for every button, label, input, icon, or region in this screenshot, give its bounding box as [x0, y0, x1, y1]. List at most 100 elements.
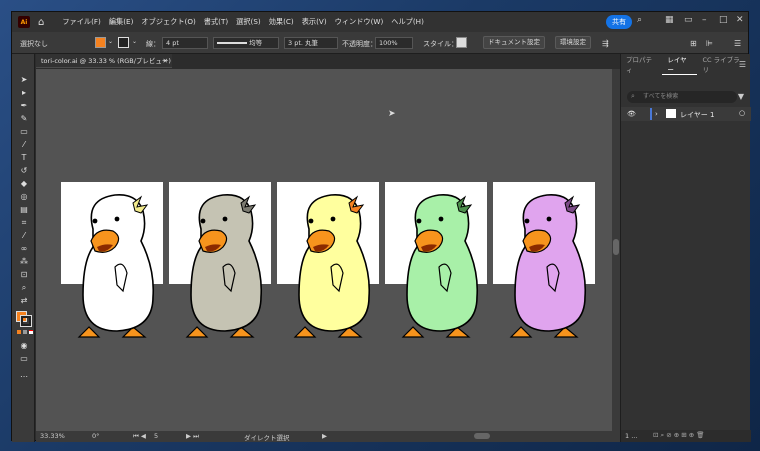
- duck-2[interactable]: [185, 194, 263, 338]
- stroke-profile-select[interactable]: 均等: [213, 37, 279, 49]
- menu-bar: ファイル(F) 編集(E) オブジェクト(O) 書式(T) 選択(S) 効果(C…: [58, 17, 428, 27]
- transform-icon[interactable]: ⊞: [690, 39, 697, 48]
- panel-menu-icon[interactable]: ☰: [734, 39, 741, 48]
- screen-mode-icon[interactable]: ▭: [18, 353, 30, 365]
- menu-object[interactable]: オブジェクト(O): [137, 17, 199, 27]
- document-settings-button[interactable]: ドキュメント設定: [483, 36, 545, 49]
- pen-tool-icon[interactable]: ✒: [18, 100, 30, 112]
- tab-layers[interactable]: レイヤー: [662, 54, 698, 75]
- layer-row[interactable]: 👁 › レイヤー 1 ○: [621, 107, 751, 121]
- blend-tool-icon[interactable]: ∞: [18, 243, 30, 255]
- menu-help[interactable]: ヘルプ(H): [387, 17, 428, 27]
- share-button[interactable]: 共有: [606, 15, 632, 29]
- draw-mode-icon[interactable]: ◉: [18, 340, 30, 352]
- none-mode-icon[interactable]: [29, 330, 33, 334]
- home-icon[interactable]: ⌂: [38, 17, 44, 28]
- stroke-color-box[interactable]: [20, 315, 32, 327]
- app-logo: Ai: [18, 16, 30, 28]
- fill-swatch[interactable]: [95, 37, 106, 48]
- menu-edit[interactable]: 編集(E): [105, 17, 138, 27]
- target-circle-icon[interactable]: ○: [739, 109, 745, 117]
- visibility-eye-icon[interactable]: 👁: [627, 110, 636, 118]
- vertical-scrollbar[interactable]: [612, 69, 620, 431]
- artboard-number[interactable]: 5: [154, 432, 158, 440]
- document-tab-title: tori-color.ai @ 33.33 % (RGB/プレビュー): [41, 57, 171, 65]
- mouse-cursor-icon: ➤: [388, 109, 396, 119]
- layers-panel: プロパティ レイヤー CC ライブラリ ☰ すべてを検索 ⌕ ▼ 👁 › レイヤ…: [620, 54, 751, 442]
- minimize-icon[interactable]: –: [702, 15, 707, 25]
- layer-action-icons[interactable]: ⊡ ⌕ ⊘ ⊕ ⊞ ⊕ 🗑: [653, 431, 705, 440]
- canvas[interactable]: g[data-name="duck-1"] .body{fill:#ffffff…: [36, 69, 612, 431]
- curvature-tool-icon[interactable]: ✎: [18, 113, 30, 125]
- opacity-field[interactable]: 100%: [375, 37, 413, 49]
- gradient-mode-icon[interactable]: [23, 330, 27, 334]
- duck-3[interactable]: [293, 194, 371, 338]
- preferences-button[interactable]: 環境設定: [555, 36, 591, 49]
- align-icon[interactable]: ⊫: [706, 39, 713, 48]
- brush-tool-icon[interactable]: ⁄: [18, 139, 30, 151]
- type-tool-icon[interactable]: T: [18, 152, 30, 164]
- shape-builder-icon[interactable]: ◎: [18, 191, 30, 203]
- duck-illustrations: g[data-name="duck-1"] .body{fill:#ffffff…: [77, 194, 587, 338]
- chevron-down-icon[interactable]: ⌄: [132, 38, 137, 45]
- rotate-tool-icon[interactable]: ↺: [18, 165, 30, 177]
- status-menu-icon[interactable]: ▶: [322, 432, 327, 440]
- layer-name[interactable]: レイヤー 1: [680, 110, 714, 120]
- layer-color-indicator: [650, 108, 652, 120]
- search-icon: ⌕: [631, 92, 635, 100]
- stroke-swatch[interactable]: [118, 37, 129, 48]
- artboard-tool-icon[interactable]: ⊡: [18, 269, 30, 281]
- duck-1[interactable]: [77, 194, 155, 338]
- menu-select[interactable]: 選択(S): [232, 17, 265, 27]
- filter-icon[interactable]: ▼: [738, 92, 744, 101]
- title-bar: Ai ⌂ ファイル(F) 編集(E) オブジェクト(O) 書式(T) 選択(S)…: [12, 12, 748, 32]
- brush-select[interactable]: 3 pt. 丸筆: [284, 37, 338, 49]
- color-mode-icon[interactable]: [17, 330, 21, 334]
- panel-footer: 1 ... ⊡ ⌕ ⊘ ⊕ ⊞ ⊕ 🗑: [621, 430, 751, 442]
- status-bar: 33.33% 0° ⏮ ◀ 5 ▶ ⏭ ダイレクト選択 ▶: [36, 431, 620, 442]
- layer-search-input[interactable]: すべてを検索: [627, 91, 737, 103]
- zoom-tool-icon[interactable]: ⌕: [18, 282, 30, 294]
- duck-5[interactable]: [509, 194, 587, 338]
- arrange-icon[interactable]: ▦: [665, 15, 674, 25]
- rectangle-tool-icon[interactable]: ▭: [18, 126, 30, 138]
- eyedropper-tool-icon[interactable]: ⁄: [18, 230, 30, 242]
- rotation-value[interactable]: 0°: [92, 432, 99, 440]
- artboard-next-icon[interactable]: ▶ ⏭: [186, 432, 199, 441]
- direct-selection-tool-icon[interactable]: ▸: [18, 87, 30, 99]
- duck-4[interactable]: [401, 194, 479, 338]
- document-tab[interactable]: tori-color.ai @ 33.33 % (RGB/プレビュー) ✕: [36, 54, 172, 68]
- horizontal-scroll-thumb[interactable]: [474, 433, 490, 439]
- current-tool: ダイレクト選択: [244, 434, 290, 442]
- expand-chevron-icon[interactable]: ›: [655, 110, 658, 118]
- chevron-down-icon[interactable]: ⌄: [108, 38, 113, 45]
- close-icon[interactable]: ✕: [736, 15, 744, 25]
- eraser-tool-icon[interactable]: ◆: [18, 178, 30, 190]
- close-tab-icon[interactable]: ✕: [163, 54, 168, 68]
- scrollbar-thumb[interactable]: [613, 239, 619, 255]
- panel-menu-icon[interactable]: ☰: [739, 60, 746, 69]
- maximize-icon[interactable]: □: [719, 15, 728, 25]
- tab-properties[interactable]: プロパティ: [621, 54, 662, 74]
- zoom-level[interactable]: 33.33%: [40, 432, 65, 440]
- stroke-weight-field[interactable]: 4 pt: [162, 37, 208, 49]
- mesh-tool-icon[interactable]: ⌗: [18, 217, 30, 229]
- layer-count: 1 ...: [625, 432, 638, 440]
- menu-effect[interactable]: 効果(C): [265, 17, 298, 27]
- gradient-tool-icon[interactable]: ▤: [18, 204, 30, 216]
- search-icon[interactable]: ⌕: [637, 15, 642, 25]
- menu-file[interactable]: ファイル(F): [58, 17, 105, 27]
- symbol-sprayer-icon[interactable]: ⁂: [18, 256, 30, 268]
- workspace-icon[interactable]: ▭: [684, 15, 693, 25]
- stroke-weight-label: 線：: [146, 40, 160, 48]
- swap-colors-icon[interactable]: ⇄: [18, 295, 30, 307]
- menu-window[interactable]: ウィンドウ(W): [331, 17, 388, 27]
- style-swatch[interactable]: [456, 37, 467, 48]
- menu-type[interactable]: 書式(T): [200, 17, 232, 27]
- arrange-documents-icon[interactable]: ⇶: [602, 39, 609, 48]
- artboard-nav-icon[interactable]: ⏮ ◀: [133, 432, 146, 441]
- menu-view[interactable]: 表示(V): [298, 17, 331, 27]
- selection-tool-icon[interactable]: ➤: [18, 74, 30, 86]
- opacity-label: 不透明度：: [342, 40, 377, 48]
- more-tools-icon[interactable]: ⋯: [18, 371, 30, 383]
